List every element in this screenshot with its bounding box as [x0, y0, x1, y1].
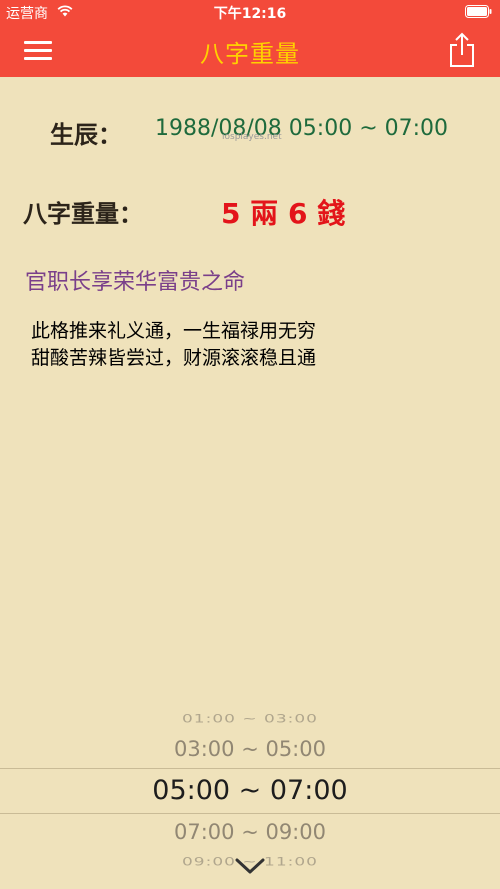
fate-poem-line-1: 此格推来礼义通，一生福禄用无穷 [31, 320, 317, 342]
fate-poem: 此格推来礼义通，一生福禄用无穷 甜酸苦辣皆尝过，财源滚滚稳且通 [31, 318, 316, 372]
page-title: 八字重量 [200, 40, 300, 68]
picker-option-selected[interactable]: 05:00 ~ 07:00 [0, 775, 500, 806]
fate-title: 官职长享荣华富贵之命 [25, 270, 246, 295]
birth-time-label: 生辰： [50, 121, 122, 149]
app-header: 运营商 下午12:16 八字重量 [0, 0, 500, 77]
picker-option[interactable]: 03:00 ~ 05:00 [0, 737, 500, 761]
picker-option[interactable]: 01:00 ~ 03:00 [0, 712, 500, 726]
picker-selection-top-line [0, 768, 500, 769]
nav-bar: 八字重量 [0, 24, 500, 77]
share-icon [450, 32, 474, 67]
birth-time-value: 1988/08/08 05:00 ~ 07:00 [155, 116, 449, 141]
battery-icon [465, 5, 492, 18]
fate-poem-line-2: 甜酸苦辣皆尝过，财源滚滚稳且通 [31, 347, 317, 369]
chevron-down-icon[interactable] [234, 856, 266, 876]
status-time: 下午12:16 [213, 6, 287, 22]
bazi-weight-label: 八字重量： [23, 200, 143, 228]
picker-option[interactable]: 07:00 ~ 09:00 [0, 820, 500, 844]
status-bar: 运营商 下午12:16 [0, 0, 500, 24]
picker-selection-bottom-line [0, 813, 500, 814]
bazi-weight-value: 5 兩 6 錢 [221, 197, 346, 230]
share-button[interactable] [446, 31, 478, 69]
watermark-text: iosplayes.net [222, 132, 282, 142]
